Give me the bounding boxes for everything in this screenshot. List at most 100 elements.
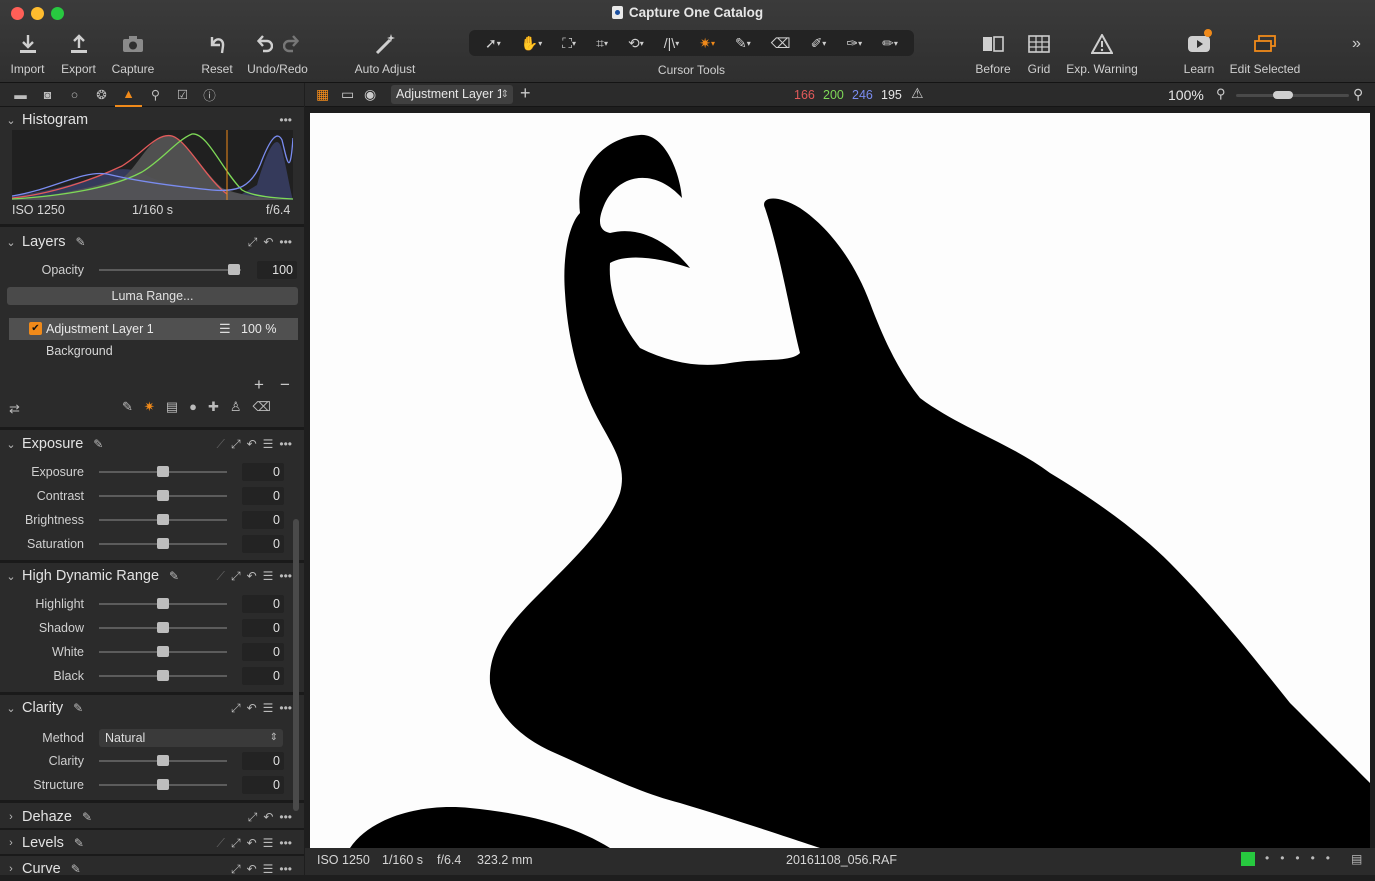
- more-icon[interactable]: •••: [279, 437, 292, 451]
- magic-brush-icon[interactable]: ✷ ▾: [699, 35, 715, 52]
- adjustment-slider[interactable]: [99, 538, 227, 549]
- pen-icon[interactable]: ✎: [76, 235, 86, 249]
- brush-icon[interactable]: ✎: [122, 399, 133, 415]
- adjustment-slider[interactable]: [99, 514, 227, 525]
- adjustment-slider[interactable]: [99, 490, 227, 501]
- pen-icon[interactable]: ✎: [73, 701, 83, 715]
- presets-icon[interactable]: ☰: [263, 569, 274, 583]
- layer-item-background[interactable]: Background: [46, 344, 113, 358]
- proof-view-icon[interactable]: ◉: [364, 86, 376, 103]
- picker-icon[interactable]: ⟋: [217, 569, 225, 584]
- luma-range-button[interactable]: Luma Range...: [7, 287, 298, 305]
- reset-button[interactable]: Reset: [197, 29, 237, 76]
- radial-gradient-icon[interactable]: ●: [189, 399, 197, 415]
- metadata-list-icon[interactable]: ▤: [1351, 852, 1362, 866]
- grid-button[interactable]: Grid: [1022, 29, 1056, 76]
- expand-icon[interactable]: ⤢: [248, 235, 258, 250]
- slider-value[interactable]: 0: [242, 667, 284, 685]
- adjustment-slider[interactable]: [99, 779, 227, 790]
- heal-brush-icon[interactable]: ✎ ▾: [735, 35, 751, 52]
- expand-icon[interactable]: ⤢: [231, 836, 241, 851]
- crop-icon[interactable]: ⌗ ▾: [596, 35, 608, 52]
- eraser-icon[interactable]: ⌫: [253, 399, 271, 415]
- slider-value[interactable]: 0: [242, 776, 284, 794]
- reset-icon[interactable]: ↶: [247, 862, 257, 876]
- exposure-warning-button[interactable]: Exp. Warning: [1065, 29, 1139, 76]
- pen-icon[interactable]: ✎: [93, 437, 103, 451]
- zoom-out-icon[interactable]: ⚲: [1216, 86, 1226, 102]
- multi-view-icon[interactable]: ▦: [316, 86, 329, 103]
- slider-value[interactable]: 0: [242, 752, 284, 770]
- zoom-in-icon[interactable]: ⚲: [1353, 86, 1363, 103]
- exposure-header[interactable]: ⌄ Exposure ✎ ⟋ ⤢ ↶ ☰ •••: [0, 432, 304, 456]
- adjustment-slider[interactable]: [99, 755, 227, 766]
- panel-scrollbar[interactable]: [293, 519, 299, 811]
- slider-value[interactable]: 0: [242, 595, 284, 613]
- expand-icon[interactable]: ⤢: [231, 569, 241, 584]
- picker-icon[interactable]: ⟋: [217, 437, 225, 452]
- slider-knob[interactable]: [157, 538, 169, 549]
- single-view-icon[interactable]: ▭: [341, 86, 354, 103]
- color-picker-icon[interactable]: ✐ ▾: [811, 35, 827, 52]
- slider-value[interactable]: 0: [242, 535, 284, 553]
- presets-icon[interactable]: ☰: [263, 701, 274, 715]
- dehaze-header[interactable]: › Dehaze ✎ ⤢ ↶ •••: [0, 805, 304, 829]
- pen-icon[interactable]: ✎: [71, 862, 81, 876]
- stamp-icon[interactable]: ♙: [230, 399, 242, 415]
- adjustment-slider[interactable]: [99, 646, 227, 657]
- layer-select[interactable]: Adjustment Layer 1 ⇕: [391, 85, 513, 104]
- keystone-icon[interactable]: /|\ ▾: [664, 35, 679, 51]
- select-arrow-icon[interactable]: ➚ ▾: [485, 35, 501, 52]
- eraser-icon[interactable]: ⌫: [771, 35, 791, 52]
- slider-knob[interactable]: [157, 490, 169, 501]
- slider-value[interactable]: 0: [242, 643, 284, 661]
- color-tab-icon[interactable]: ❂: [88, 83, 115, 107]
- edit-selected-button[interactable]: Edit Selected: [1228, 29, 1302, 76]
- presets-icon[interactable]: ☰: [263, 836, 274, 850]
- adjustment-slider[interactable]: [99, 466, 227, 477]
- reset-icon[interactable]: ↶: [247, 701, 257, 715]
- slider-knob[interactable]: [157, 670, 169, 681]
- more-icon[interactable]: •••: [279, 701, 292, 715]
- more-icon[interactable]: •••: [279, 810, 292, 824]
- zoom-slider-knob[interactable]: [1273, 91, 1293, 99]
- slider-value[interactable]: 0: [242, 463, 284, 481]
- color-tag[interactable]: [1241, 852, 1255, 866]
- pen-icon[interactable]: ✎: [169, 569, 179, 583]
- toolbar-overflow-icon[interactable]: »: [1352, 35, 1361, 53]
- reset-icon[interactable]: ↶: [263, 235, 273, 249]
- opacity-slider-knob[interactable]: [228, 264, 240, 275]
- library-tab-icon[interactable]: ▬: [7, 83, 34, 107]
- slider-knob[interactable]: [157, 646, 169, 657]
- before-button[interactable]: Before: [973, 29, 1013, 76]
- presets-icon[interactable]: ☰: [263, 437, 274, 451]
- star-rating-dots[interactable]: •••••: [1265, 851, 1341, 865]
- expand-icon[interactable]: ⤢: [231, 701, 241, 716]
- adjustment-slider[interactable]: [99, 598, 227, 609]
- layer-adjust-icon[interactable]: ☰: [219, 321, 231, 337]
- adjustments-tab-icon[interactable]: ☑: [169, 83, 196, 107]
- hand-pan-icon[interactable]: ✋ ▾: [521, 35, 542, 52]
- expand-icon[interactable]: ⤢: [231, 862, 241, 877]
- layers-header[interactable]: ⌄ Layers ✎ ⤢ ↶ •••: [0, 230, 304, 254]
- more-icon[interactable]: •••: [279, 569, 292, 583]
- add-layer-icon[interactable]: +: [520, 83, 531, 104]
- more-icon[interactable]: •••: [279, 235, 292, 249]
- slider-value[interactable]: 0: [242, 511, 284, 529]
- presets-icon[interactable]: ☰: [263, 862, 274, 876]
- slider-knob[interactable]: [157, 779, 169, 790]
- slider-knob[interactable]: [157, 755, 169, 766]
- layer-checkbox[interactable]: ✔: [29, 322, 42, 335]
- capture-button[interactable]: Capture: [107, 29, 159, 76]
- histogram-header[interactable]: ⌄ Histogram •••: [0, 108, 304, 132]
- annotate-icon[interactable]: ✏ ▾: [882, 35, 898, 52]
- slider-value[interactable]: 0: [242, 487, 284, 505]
- slider-knob[interactable]: [157, 598, 169, 609]
- add-layer-icon[interactable]: +: [254, 375, 264, 395]
- picker-icon[interactable]: ⟋: [217, 836, 225, 851]
- reset-icon[interactable]: ↶: [247, 569, 257, 583]
- expand-icon[interactable]: ⤢: [231, 437, 241, 452]
- pen-icon[interactable]: ✎: [74, 836, 84, 850]
- slider-value[interactable]: 0: [242, 619, 284, 637]
- heal-icon[interactable]: ✚: [208, 399, 219, 415]
